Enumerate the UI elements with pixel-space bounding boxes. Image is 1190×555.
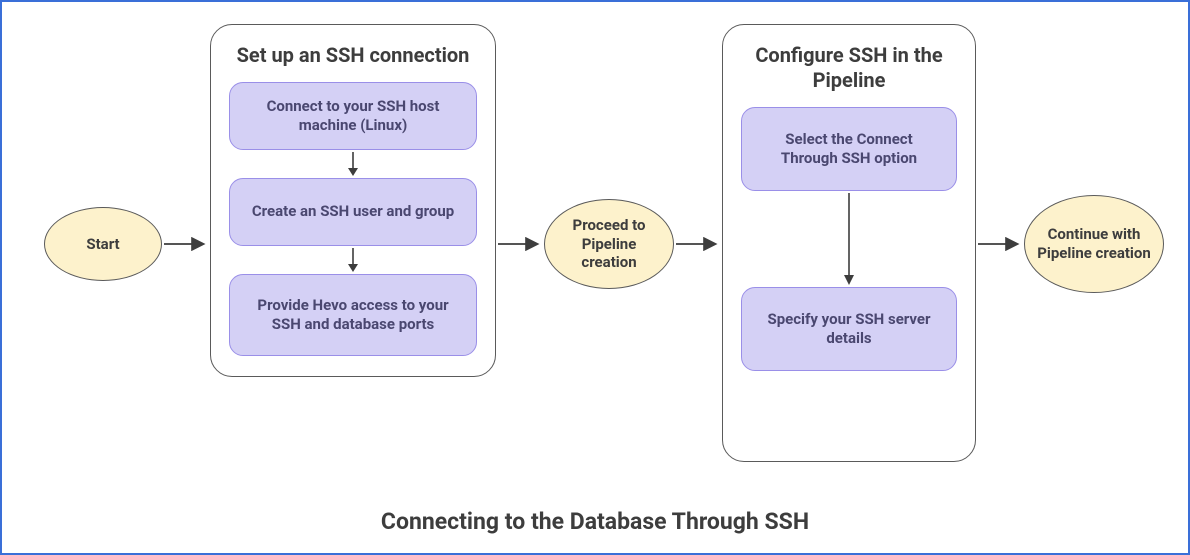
container-configure-title: Configure SSH in the Pipeline xyxy=(741,43,957,93)
step-provide-hevo-access: Provide Hevo access to your SSH and data… xyxy=(229,274,477,356)
step-specify-ssh-details: Specify your SSH server details xyxy=(741,287,957,371)
step-create-ssh-user-label: Create an SSH user and group xyxy=(252,202,454,222)
node-proceed: Proceed to Pipeline creation xyxy=(544,199,674,289)
container-configure-ssh: Configure SSH in the Pipeline Select the… xyxy=(722,24,976,462)
step-connect-ssh-host: Connect to your SSH host machine (Linux) xyxy=(229,82,477,150)
step-specify-ssh-details-label: Specify your SSH server details xyxy=(758,310,940,349)
arrow-down-3 xyxy=(741,191,957,287)
arrow-configure-to-continue xyxy=(976,234,1024,254)
node-continue: Continue with Pipeline creation xyxy=(1024,195,1164,293)
diagram-canvas: Start Set up an SSH connection Connect t… xyxy=(0,0,1190,555)
arrow-start-to-setup xyxy=(162,234,210,254)
step-select-connect-ssh: Select the Connect Through SSH option xyxy=(741,107,957,191)
arrow-down-2 xyxy=(229,246,477,274)
arrow-setup-to-proceed xyxy=(496,234,544,254)
diagram-caption: Connecting to the Database Through SSH xyxy=(2,508,1188,535)
arrow-down-1 xyxy=(229,150,477,178)
step-select-connect-ssh-label: Select the Connect Through SSH option xyxy=(758,130,940,169)
node-proceed-label: Proceed to Pipeline creation xyxy=(555,216,663,272)
arrow-proceed-to-configure xyxy=(674,234,722,254)
container-setup-ssh: Set up an SSH connection Connect to your… xyxy=(210,24,496,377)
step-provide-hevo-access-label: Provide Hevo access to your SSH and data… xyxy=(246,296,460,335)
node-start: Start xyxy=(44,207,162,281)
node-start-label: Start xyxy=(86,235,119,254)
step-create-ssh-user: Create an SSH user and group xyxy=(229,178,477,246)
container-setup-title: Set up an SSH connection xyxy=(229,43,477,68)
step-connect-ssh-host-label: Connect to your SSH host machine (Linux) xyxy=(246,97,460,136)
node-continue-label: Continue with Pipeline creation xyxy=(1035,225,1153,263)
